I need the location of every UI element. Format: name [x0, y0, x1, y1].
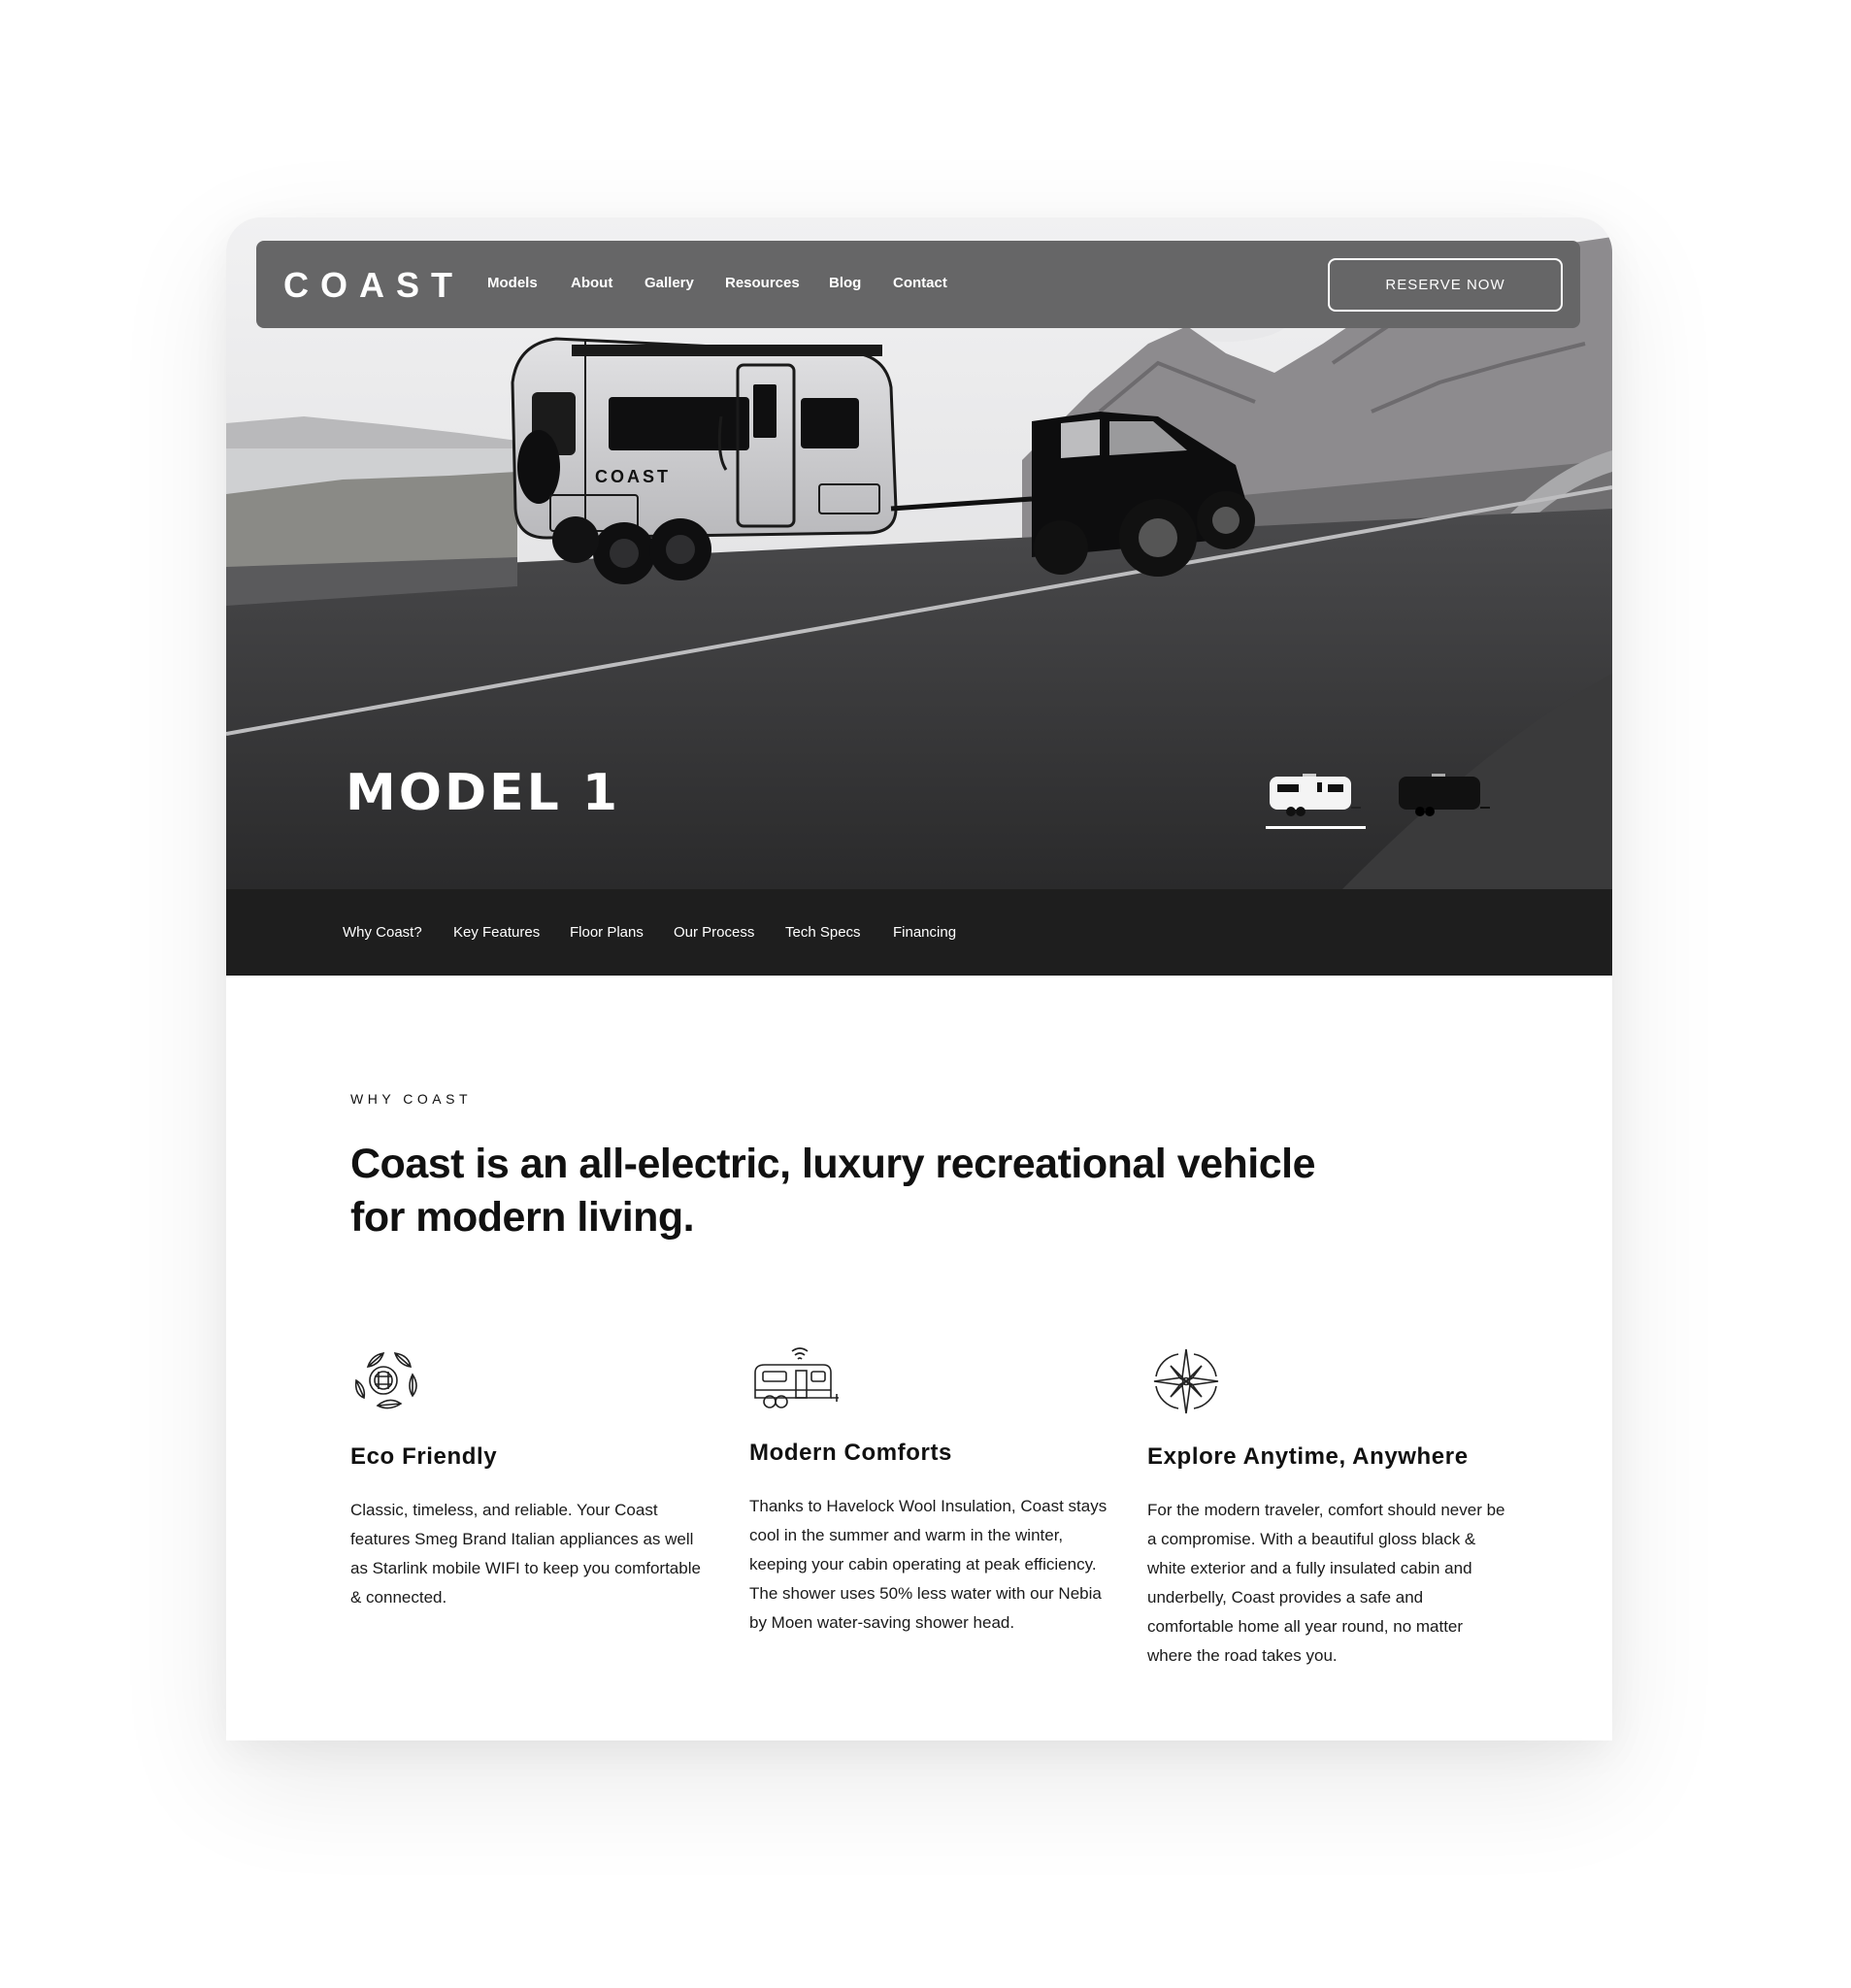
trailer-wifi-icon	[754, 1347, 839, 1408]
subnav-key-features[interactable]: Key Features	[453, 923, 540, 943]
feature-card: Explore Anytime, Anywhere For the modern…	[1147, 1345, 1516, 1671]
subnav-financing[interactable]: Financing	[893, 923, 956, 943]
nav-link-about[interactable]: About	[571, 274, 612, 293]
feature-card: Eco Friendly Classic, timeless, and reli…	[350, 1345, 719, 1612]
eco-globe-leaves-icon	[354, 1351, 417, 1409]
website-card: COAST COAST Models About Gallery Resourc…	[226, 217, 1612, 1740]
subnav-our-process[interactable]: Our Process	[674, 923, 754, 943]
compass-rose-icon	[1153, 1348, 1219, 1414]
hero-section: COAST COAST Models About Gallery Resourc…	[226, 217, 1612, 889]
feature-card: Modern Comforts Thanks to Havelock Wool …	[749, 1342, 1118, 1638]
subnav-tech-specs[interactable]: Tech Specs	[785, 923, 861, 943]
feature-title: Explore Anytime, Anywhere	[1147, 1443, 1469, 1470]
nav-link-models[interactable]: Models	[487, 274, 538, 293]
nav-link-blog[interactable]: Blog	[829, 274, 861, 293]
feature-body: Thanks to Havelock Wool Insulation, Coas…	[749, 1497, 1107, 1632]
feature-body: For the modern traveler, comfort should …	[1147, 1501, 1505, 1665]
feature-title: Eco Friendly	[350, 1443, 498, 1470]
feature-title: Modern Comforts	[749, 1440, 952, 1466]
variant-thumb-black-trailer[interactable]	[1393, 769, 1492, 817]
nav-link-gallery[interactable]: Gallery	[645, 274, 694, 293]
reserve-now-button[interactable]: RESERVE NOW	[1328, 258, 1563, 312]
section-headline: Coast is an all-electric, luxury recreat…	[350, 1141, 1316, 1241]
subnav-floor-plans[interactable]: Floor Plans	[570, 923, 644, 943]
section-subnav: Why Coast? Key Features Floor Plans Our …	[226, 889, 1612, 976]
subnav-why-coast[interactable]: Why Coast?	[343, 923, 422, 943]
section-eyebrow: WHY COAST	[350, 1091, 473, 1107]
model-title: MODEL 1	[346, 764, 621, 822]
variant-thumb-white-trailer[interactable]	[1264, 769, 1363, 817]
nav-link-resources[interactable]: Resources	[725, 274, 800, 293]
trailer-badge: COAST	[595, 467, 671, 486]
active-variant-indicator	[1266, 826, 1366, 829]
coast-logo[interactable]: COAST	[283, 266, 464, 305]
feature-body: Classic, timeless, and reliable. Your Co…	[350, 1501, 701, 1607]
nav-link-contact[interactable]: Contact	[893, 274, 947, 293]
top-navigation: COAST Models About Gallery Resources Blo…	[256, 241, 1580, 328]
